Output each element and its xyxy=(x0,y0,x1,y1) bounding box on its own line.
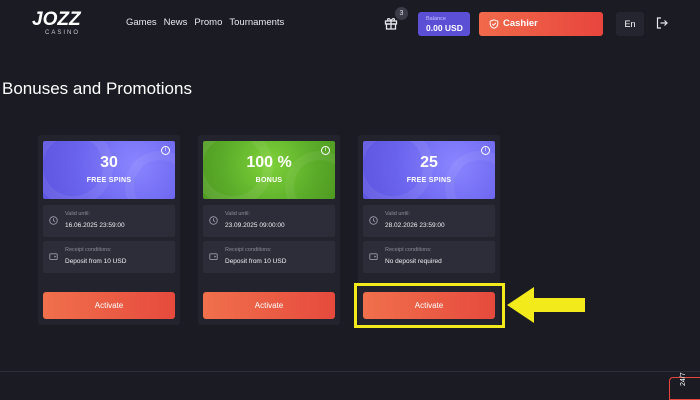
nav-item-news[interactable]: News xyxy=(164,17,188,28)
nav-item-games[interactable]: Games xyxy=(126,17,157,28)
valid-until-label: Valid until: xyxy=(385,211,410,217)
valid-until-value: 23.09.2025 09:00:00 xyxy=(225,222,285,229)
balance-label: Balance xyxy=(426,16,446,22)
valid-until-row: Valid until: 23.09.2025 09:00:00 xyxy=(203,205,335,237)
support-tab-label: 24/7 xyxy=(680,372,687,386)
receipt-conditions-value: No deposit required xyxy=(385,258,442,265)
bonus-banner: 30 FREE SPINS i xyxy=(43,141,175,199)
highlight-box xyxy=(354,283,505,328)
valid-until-value: 16.06.2025 23:59:00 xyxy=(65,222,125,229)
info-icon[interactable]: i xyxy=(161,146,170,155)
page-title: Bonuses and Promotions xyxy=(2,79,192,98)
receipt-conditions-value: Deposit from 10 USD xyxy=(225,258,287,265)
logo-wordmark: JOZZ xyxy=(32,9,81,30)
receipt-conditions-label: Receipt conditions: xyxy=(225,247,272,253)
nav-item-promo[interactable]: Promo xyxy=(194,17,222,28)
wallet-icon xyxy=(49,253,58,260)
valid-until-row: Valid until: 16.06.2025 23:59:00 xyxy=(43,205,175,237)
bonus-card-100-percent: 100 % BONUS i Valid until: 23.09.2025 09… xyxy=(198,135,340,325)
activate-button[interactable]: Activate xyxy=(43,292,175,319)
gift-count-badge: 3 xyxy=(395,7,408,20)
clock-icon xyxy=(369,216,378,225)
main-nav: Games News Promo Tournaments xyxy=(126,17,284,28)
receipt-conditions-row: Receipt conditions: Deposit from 10 USD xyxy=(43,241,175,273)
shield-check-icon xyxy=(489,19,499,29)
receipt-conditions-value: Deposit from 10 USD xyxy=(65,258,127,265)
receipt-conditions-row: Receipt conditions: Deposit from 10 USD xyxy=(203,241,335,273)
bonus-banner: 25 FREE SPINS i xyxy=(363,141,495,199)
cashier-button[interactable]: Cashier xyxy=(479,12,603,36)
receipt-conditions-label: Receipt conditions: xyxy=(385,247,432,253)
receipt-conditions-label: Receipt conditions: xyxy=(65,247,112,253)
gift-icon[interactable] xyxy=(384,16,398,30)
receipt-conditions-row: Receipt conditions: No deposit required xyxy=(363,241,495,273)
clock-icon xyxy=(209,216,218,225)
cashier-label: Cashier xyxy=(503,18,538,29)
bonus-subtitle: FREE SPINS xyxy=(86,177,132,184)
activate-button[interactable]: Activate xyxy=(203,292,335,319)
bonus-value: 25 xyxy=(420,154,438,171)
clock-icon xyxy=(49,216,58,225)
wallet-icon xyxy=(209,253,218,260)
valid-until-row: Valid until: 28.02.2026 23:59:00 xyxy=(363,205,495,237)
top-header: JOZZ CASINO Games News Promo Tournaments… xyxy=(0,0,700,48)
nav-item-tournaments[interactable]: Tournaments xyxy=(229,17,284,28)
valid-until-label: Valid until: xyxy=(65,211,90,217)
bonus-subtitle: BONUS xyxy=(255,177,283,184)
valid-until-label: Valid until: xyxy=(225,211,250,217)
footer-divider xyxy=(0,371,700,372)
logo-subtitle: CASINO xyxy=(45,30,81,36)
pointer-arrow-icon xyxy=(507,287,585,323)
info-icon[interactable]: i xyxy=(321,146,330,155)
logout-icon[interactable] xyxy=(656,17,668,29)
wallet-icon xyxy=(369,253,378,260)
bonus-subtitle: FREE SPINS xyxy=(406,177,452,184)
info-icon[interactable]: i xyxy=(481,146,490,155)
balance-value: 0.00 USD xyxy=(426,23,463,33)
bonus-value: 30 xyxy=(100,154,118,171)
valid-until-value: 28.02.2026 23:59:00 xyxy=(385,222,445,229)
balance-widget[interactable]: Balance 0.00 USD xyxy=(418,12,470,36)
bonus-value: 100 % xyxy=(246,154,292,171)
bonus-card-free-spins-30: 30 FREE SPINS i Valid until: 16.06.2025 … xyxy=(38,135,180,325)
casino-logo[interactable]: JOZZ CASINO xyxy=(32,10,86,38)
language-selector[interactable]: En xyxy=(616,12,644,36)
bonus-banner: 100 % BONUS i xyxy=(203,141,335,199)
